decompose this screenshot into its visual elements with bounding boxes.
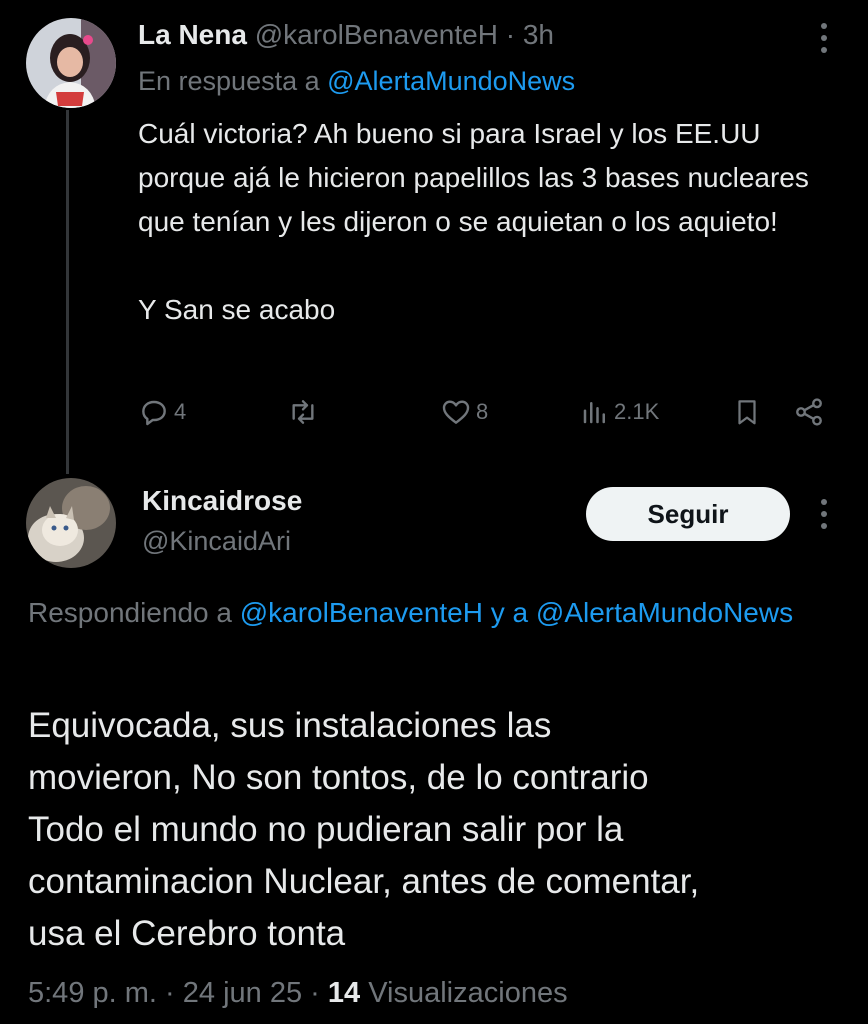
views-count: 2.1K: [614, 399, 660, 424]
retweet-icon: [292, 400, 314, 424]
replying-prefix: Respondiendo a: [28, 597, 232, 628]
heart-icon: [442, 400, 470, 424]
replying-handle[interactable]: @AlertaMundoNews: [536, 597, 793, 628]
parent-time[interactable]: 3h: [523, 19, 554, 50]
parent-action-bar: 4 8 2.1K: [138, 392, 838, 432]
meta-separator: ·: [310, 977, 320, 1009]
more-icon[interactable]: [812, 494, 836, 534]
retweet-button[interactable]: [286, 392, 320, 432]
views-label[interactable]: Visualizaciones: [368, 977, 567, 1009]
share-button[interactable]: [792, 392, 826, 432]
reply-icon: [142, 400, 166, 426]
follow-button[interactable]: Seguir: [586, 487, 790, 541]
tweet-time[interactable]: 5:49 p. m.: [28, 977, 157, 1009]
parent-header: La Nena @karolBenaventeH · 3h: [138, 18, 554, 52]
parent-author-handle[interactable]: @karolBenaventeH: [255, 19, 498, 50]
replying-to: Respondiendo a @karolBenaventeH y a @Ale…: [28, 590, 828, 636]
thread-line: [66, 110, 69, 474]
tweet-meta: 5:49 p. m. · 24 jun 25 · 14 Visualizacio…: [28, 974, 568, 1012]
views-icon: [583, 402, 605, 424]
bookmark-icon: [738, 400, 756, 425]
parent-tweet-text: Cuál victoria? Ah bueno si para Israel y…: [138, 118, 809, 325]
tweet-date[interactable]: 24 jun 25: [183, 977, 302, 1009]
replying-handle[interactable]: @karolBenaventeH: [240, 597, 483, 628]
parent-reply-prefix: En respuesta a: [138, 66, 320, 96]
parent-reply-context: En respuesta a @AlertaMundoNews: [138, 64, 575, 98]
views-total[interactable]: 14: [328, 977, 360, 1009]
parent-author-name[interactable]: La Nena: [138, 19, 247, 50]
reply-author-handle[interactable]: @KincaidAri: [142, 524, 291, 558]
reply-author-name[interactable]: Kincaidrose: [142, 484, 302, 518]
reply-tweet-text: Equivocada, sus instalaciones las movier…: [28, 706, 700, 953]
reply-avatar-image: [26, 478, 116, 568]
parent-avatar[interactable]: [26, 18, 116, 108]
reply-avatar[interactable]: [26, 478, 116, 568]
replying-join: y a: [490, 597, 529, 628]
meta-separator: ·: [165, 977, 175, 1009]
parent-avatar-image: [26, 18, 116, 108]
parent-reply-handle[interactable]: @AlertaMundoNews: [327, 66, 575, 96]
share-icon: [796, 398, 822, 426]
like-button[interactable]: 8: [440, 392, 488, 432]
like-count: 8: [476, 399, 489, 424]
bookmark-button[interactable]: [732, 392, 762, 432]
reply-count: 4: [174, 399, 187, 424]
parent-header-separator: ·: [505, 19, 516, 50]
reply-button[interactable]: 4: [138, 392, 186, 432]
views-button[interactable]: 2.1K: [580, 392, 659, 432]
more-icon[interactable]: [812, 18, 836, 58]
